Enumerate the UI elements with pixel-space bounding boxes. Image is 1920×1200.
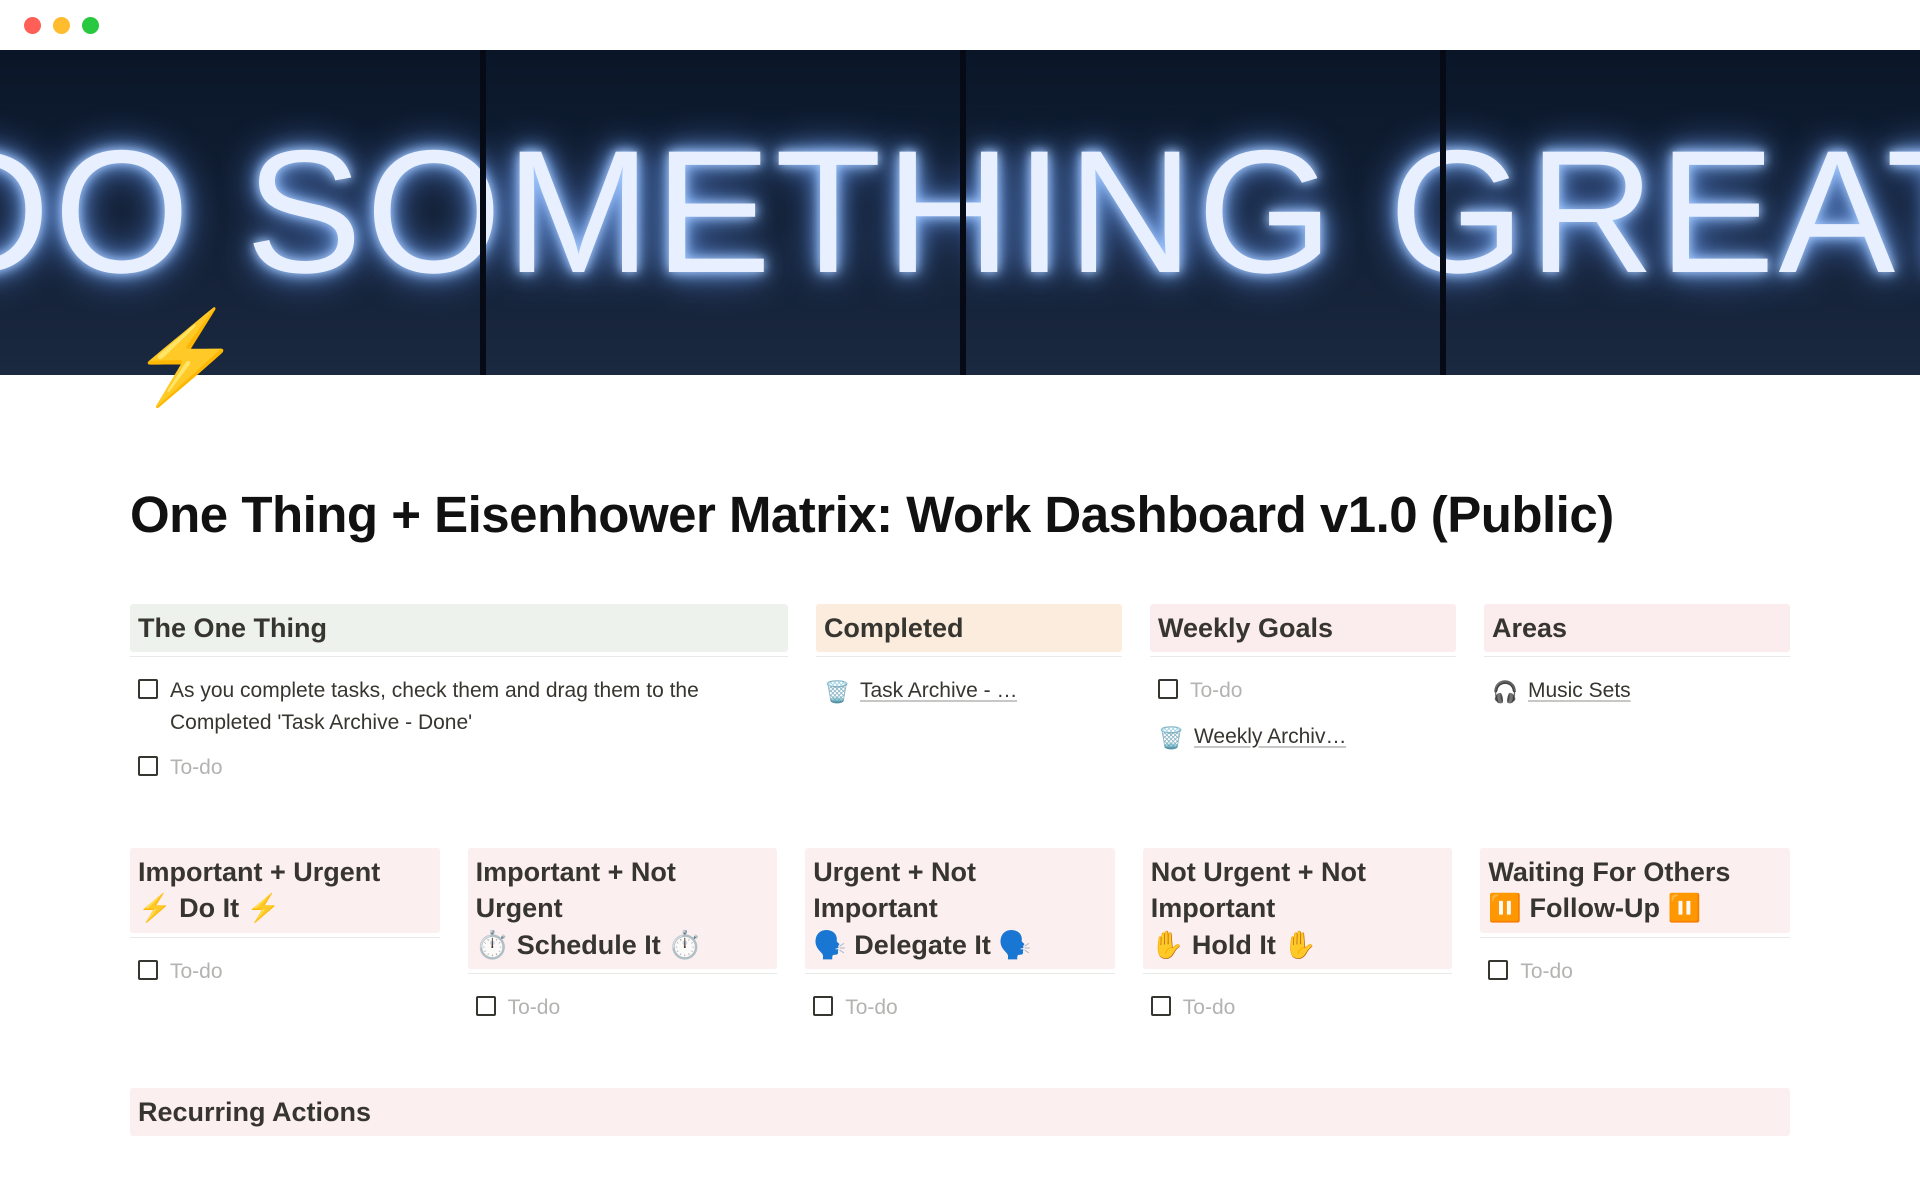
section-weekly-goals: Weekly Goals To-do 🗑️ Weekly Archiv… [1150,604,1456,788]
checkbox[interactable] [1158,679,1178,699]
section-heading-q4[interactable]: Not Urgent + Not Important ✋ Hold It ✋ [1143,848,1453,969]
section-not-urgent-not-important: Not Urgent + Not Important ✋ Hold It ✋ T… [1143,848,1453,1028]
todo-item[interactable]: To-do [468,988,778,1028]
window-close-button[interactable] [24,17,41,34]
divider [1150,656,1456,657]
checkbox[interactable] [1151,996,1171,1016]
section-areas: Areas 🎧 Music Sets [1484,604,1790,788]
page-link-text: Task Archive - … [860,675,1018,707]
section-important-not-urgent: Important + Not Urgent ⏱️ Schedule It ⏱️… [468,848,778,1028]
page-link-text: Music Sets [1528,675,1631,707]
row-recurring: Recurring Actions [130,1088,1790,1140]
page-link-item[interactable]: 🎧 Music Sets [1484,671,1790,713]
checkbox[interactable] [138,756,158,776]
section-important-urgent: Important + Urgent ⚡ Do It ⚡ To-do [130,848,440,1028]
row-top-sections: The One Thing As you complete tasks, che… [130,604,1790,788]
divider [816,656,1122,657]
page-link-item[interactable]: 🗑️ Task Archive - … [816,671,1122,713]
section-urgent-not-important: Urgent + Not Important 🗣️ Delegate It 🗣️… [805,848,1115,1028]
todo-placeholder[interactable]: To-do [170,752,223,784]
divider [130,937,440,938]
row-eisenhower-quadrants: Important + Urgent ⚡ Do It ⚡ To-do Impor… [130,848,1790,1028]
section-waiting-for-others: Waiting For Others ⏸️ Follow-Up ⏸️ To-do [1480,848,1790,1028]
todo-item[interactable]: To-do [130,952,440,992]
section-heading-q1[interactable]: Important + Urgent ⚡ Do It ⚡ [130,848,440,933]
todo-placeholder[interactable]: To-do [845,992,898,1024]
page-link-text: Weekly Archiv… [1194,721,1347,753]
checkbox[interactable] [476,996,496,1016]
window-chrome [0,0,1920,50]
todo-placeholder[interactable]: To-do [1183,992,1236,1024]
section-heading-q3[interactable]: Urgent + Not Important 🗣️ Delegate It 🗣️ [805,848,1115,969]
cover-image[interactable]: DO SOMETHING GREAT [0,50,1920,375]
todo-item[interactable]: To-do [130,748,788,788]
todo-placeholder[interactable]: To-do [508,992,561,1024]
section-heading-recurring[interactable]: Recurring Actions [130,1088,1790,1136]
divider [130,656,788,657]
divider [468,973,778,974]
cover-divider [480,50,486,375]
cover-divider [960,50,966,375]
section-heading-one-thing[interactable]: The One Thing [130,604,788,652]
todo-item[interactable]: To-do [1480,952,1790,992]
page-title[interactable]: One Thing + Eisenhower Matrix: Work Dash… [130,485,1790,544]
section-heading-areas[interactable]: Areas [1484,604,1790,652]
todo-placeholder[interactable]: To-do [170,956,223,988]
checkbox[interactable] [138,960,158,980]
cover-divider [1440,50,1446,375]
divider [1480,937,1790,938]
page-content: One Thing + Eisenhower Matrix: Work Dash… [0,375,1920,1140]
headphones-icon: 🎧 [1492,677,1516,709]
todo-item[interactable]: As you complete tasks, check them and dr… [130,671,788,742]
section-heading-weekly-goals[interactable]: Weekly Goals [1150,604,1456,652]
checkbox[interactable] [813,996,833,1016]
section-heading-waiting[interactable]: Waiting For Others ⏸️ Follow-Up ⏸️ [1480,848,1790,933]
divider [1143,973,1453,974]
section-the-one-thing: The One Thing As you complete tasks, che… [130,604,788,788]
todo-item[interactable]: To-do [805,988,1115,1028]
checkbox[interactable] [138,679,158,699]
todo-item[interactable]: To-do [1150,671,1456,711]
trash-icon: 🗑️ [1158,723,1182,755]
section-heading-q2[interactable]: Important + Not Urgent ⏱️ Schedule It ⏱️ [468,848,778,969]
divider [805,973,1115,974]
window-minimize-button[interactable] [53,17,70,34]
section-recurring-actions: Recurring Actions [130,1088,1790,1140]
page-icon[interactable]: ⚡ [130,305,242,410]
window-maximize-button[interactable] [82,17,99,34]
todo-text[interactable]: As you complete tasks, check them and dr… [170,675,780,738]
section-completed: Completed 🗑️ Task Archive - … [816,604,1122,788]
todo-placeholder[interactable]: To-do [1190,675,1243,707]
trash-icon: 🗑️ [824,677,848,709]
page-link-item[interactable]: 🗑️ Weekly Archiv… [1150,717,1456,759]
checkbox[interactable] [1488,960,1508,980]
divider [1484,656,1790,657]
todo-placeholder[interactable]: To-do [1520,956,1573,988]
todo-item[interactable]: To-do [1143,988,1453,1028]
section-heading-completed[interactable]: Completed [816,604,1122,652]
